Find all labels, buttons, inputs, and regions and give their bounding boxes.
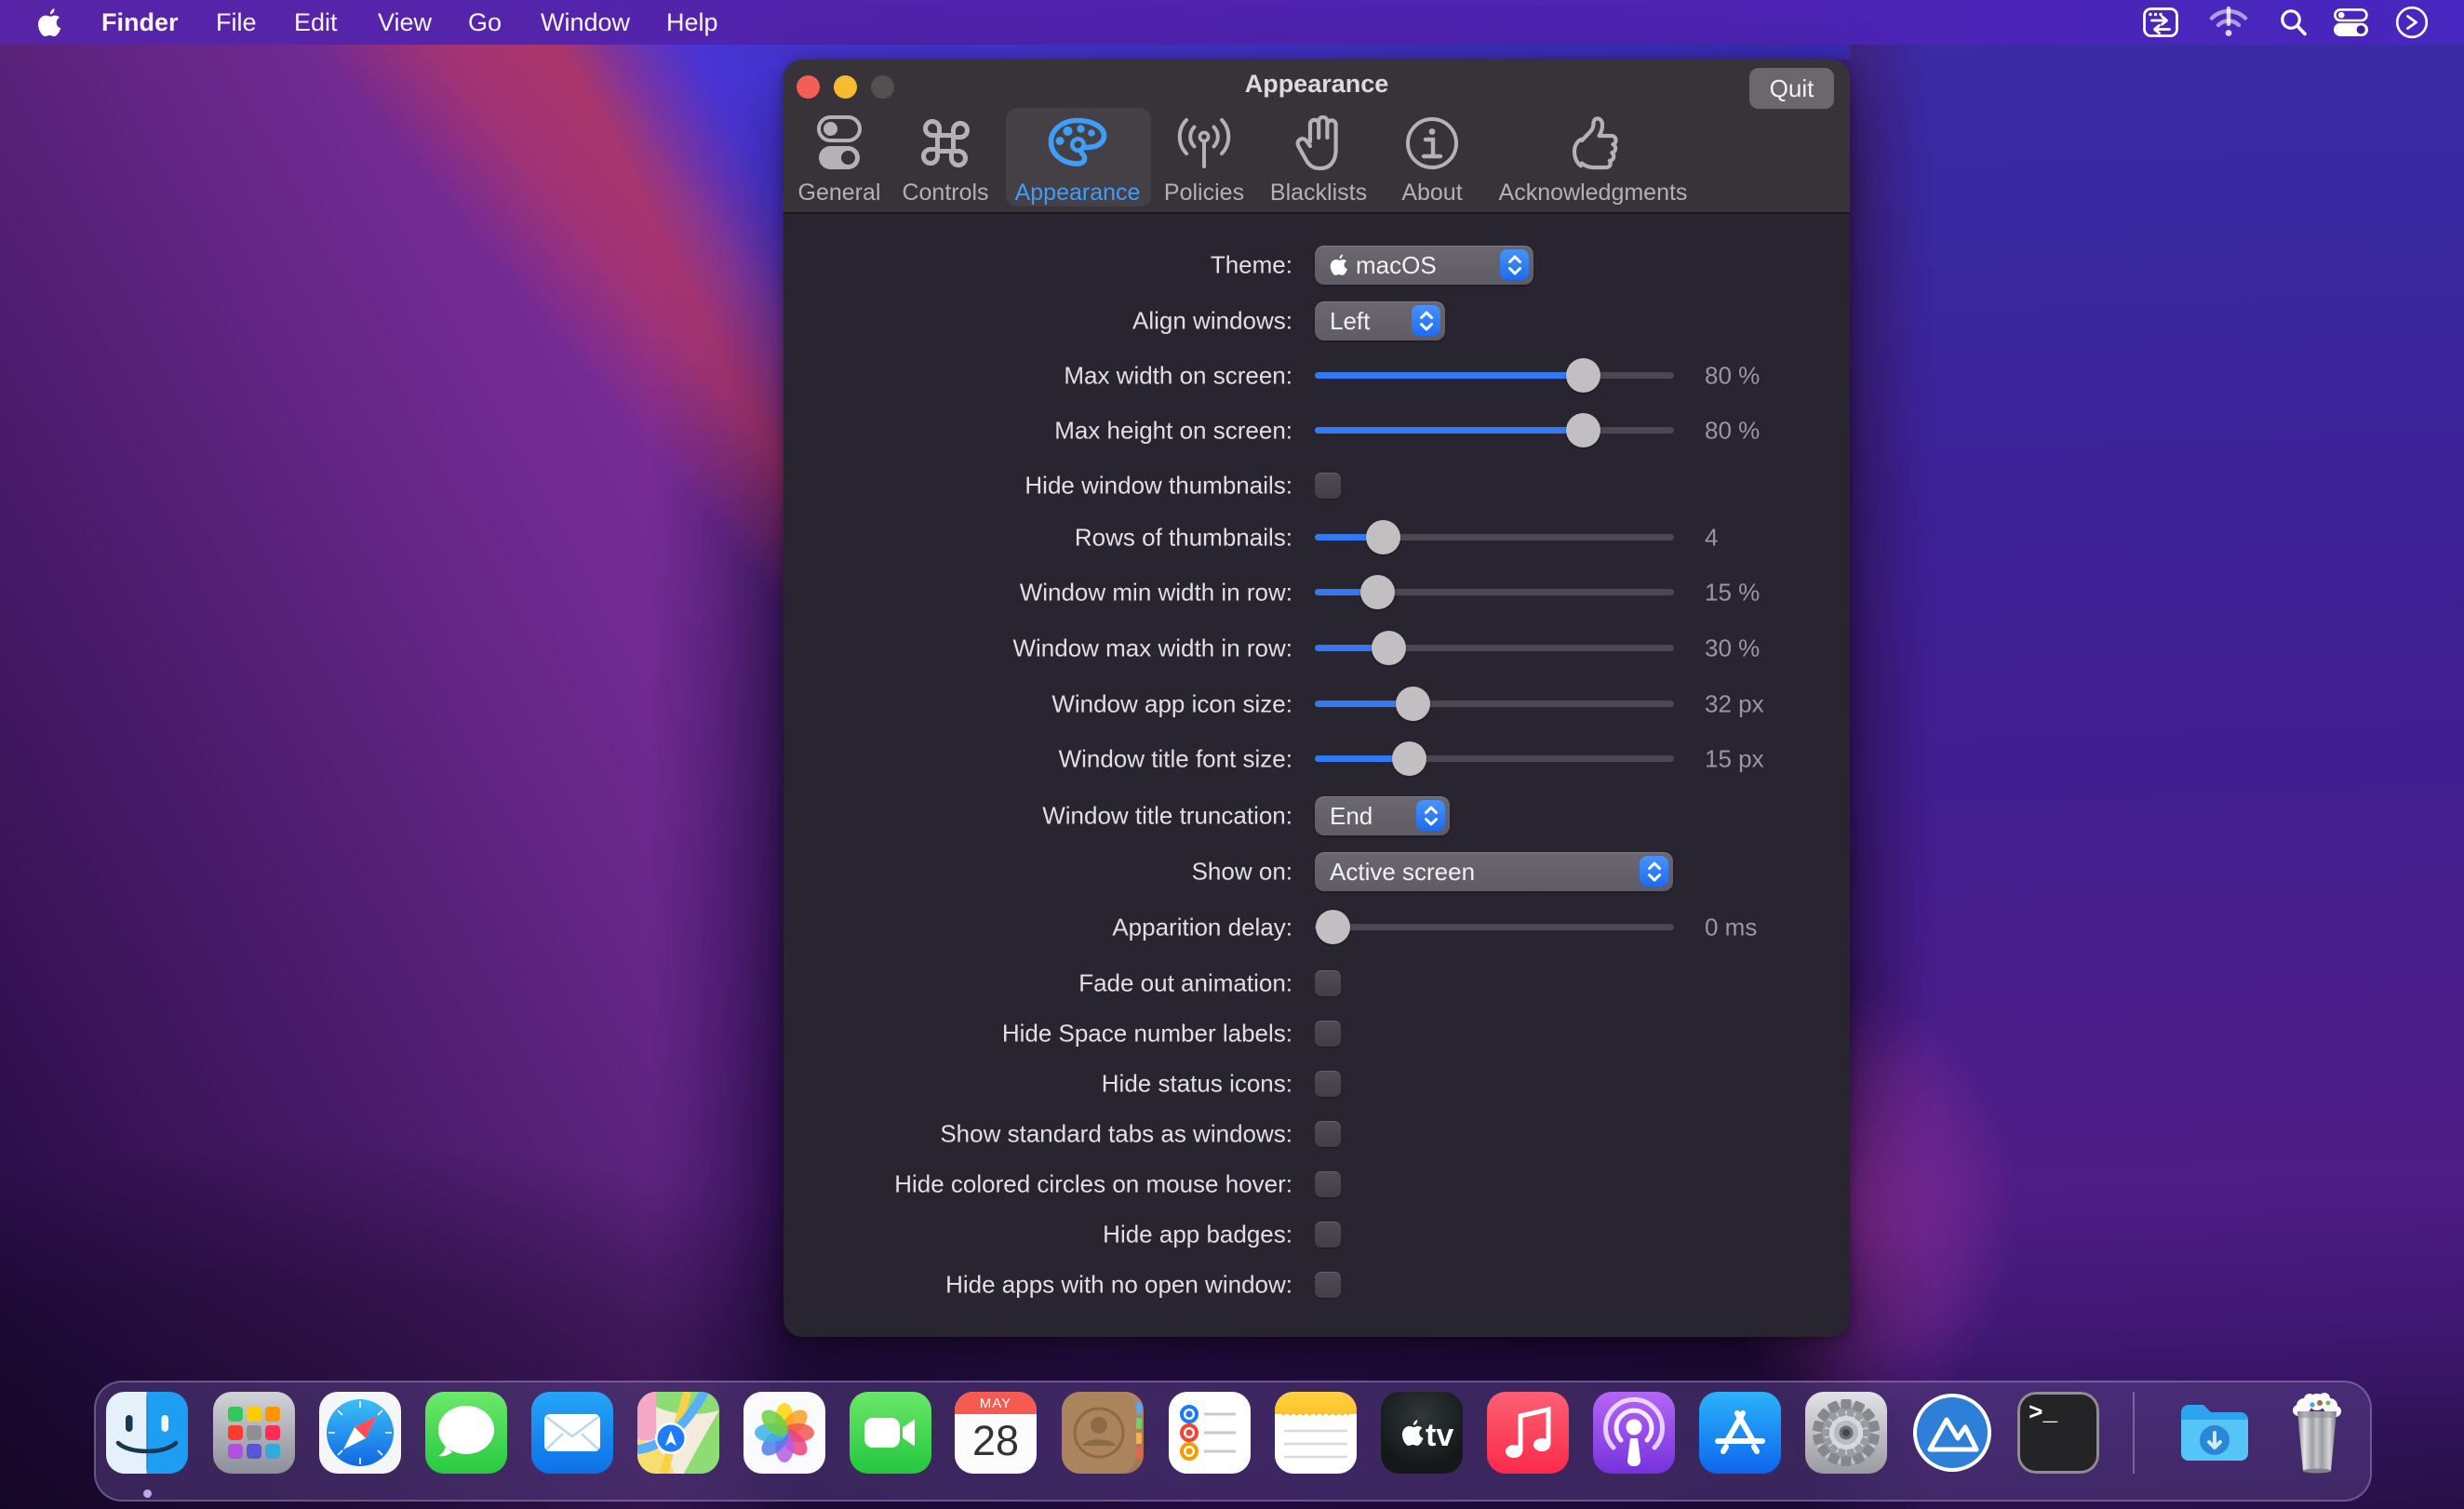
svg-text:tv: tv: [1426, 1418, 1453, 1453]
